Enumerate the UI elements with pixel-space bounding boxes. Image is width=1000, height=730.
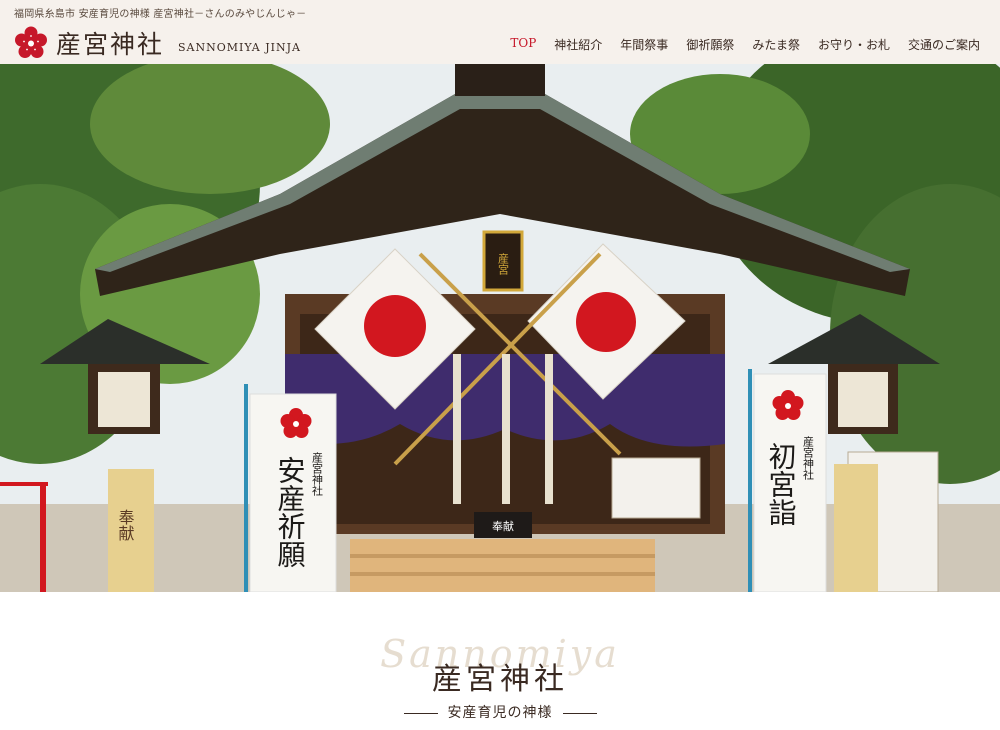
intro-section: Sannomiya 産宮神社 安産育児の神様 (0, 592, 1000, 730)
banner-right: 初宮詣 産宮神社 (748, 369, 827, 592)
hero-shrine-photo: 産宮 奉献 奉献 安産祈願 産宮神社 初宮詣 産宮神社 (0, 64, 1000, 592)
intro-subtitle: 安産育児の神様 (447, 705, 553, 721)
site-tagline: 福岡県糸島市 安産育児の神様 産宮神社－さんのみやじんじゃ－ (14, 9, 307, 20)
banner-right-text: 初宮詣 (765, 442, 798, 526)
banner-left-small-text: 産宮神社 (311, 452, 324, 497)
plum-blossom-icon (15, 26, 47, 58)
shrine-illustration: 産宮 奉献 奉献 安産祈願 産宮神社 初宮詣 産宮神社 (0, 64, 1000, 592)
shrine-plaque-text: 産宮 (497, 253, 510, 276)
intro-title: 産宮神社 (432, 662, 568, 697)
nav-top[interactable]: TOP (510, 36, 536, 53)
nav-shrine-intro[interactable]: 神社紹介 (554, 36, 602, 53)
divider-right (562, 712, 597, 714)
banner-left-text: 安産祈願 (274, 456, 307, 568)
nav-prayer-rites[interactable]: 御祈願祭 (686, 36, 734, 53)
nav-annual-festivals[interactable]: 年間祭事 (620, 36, 668, 53)
nav-amulets[interactable]: お守り・お札 (818, 36, 890, 53)
main-nav: TOP 神社紹介 年間祭事 御祈願祭 みたま祭 お守り・お札 交通のご案内 (492, 36, 980, 53)
intro-subtitle-row: 安産育児の神様 (0, 702, 1000, 722)
divider-left (403, 712, 438, 714)
offertory-box-text: 奉献 (492, 519, 514, 533)
nav-mitama-festival[interactable]: みたま祭 (752, 36, 800, 53)
site-title: 産宮神社 (56, 30, 165, 59)
lantern-left-text: 奉献 (116, 509, 135, 542)
banner-left: 安産祈願 産宮神社 (244, 384, 337, 592)
site-header: 福岡県糸島市 安産育児の神様 産宮神社－さんのみやじんじゃ－ 産宮神社 SANN… (0, 0, 1000, 65)
nav-access[interactable]: 交通のご案内 (908, 36, 980, 53)
site-title-roman: SANNOMIYA JINJA (178, 40, 301, 54)
site-logo[interactable]: 産宮神社 SANNOMIYA JINJA (14, 25, 301, 61)
banner-right-small-text: 産宮神社 (802, 436, 815, 481)
